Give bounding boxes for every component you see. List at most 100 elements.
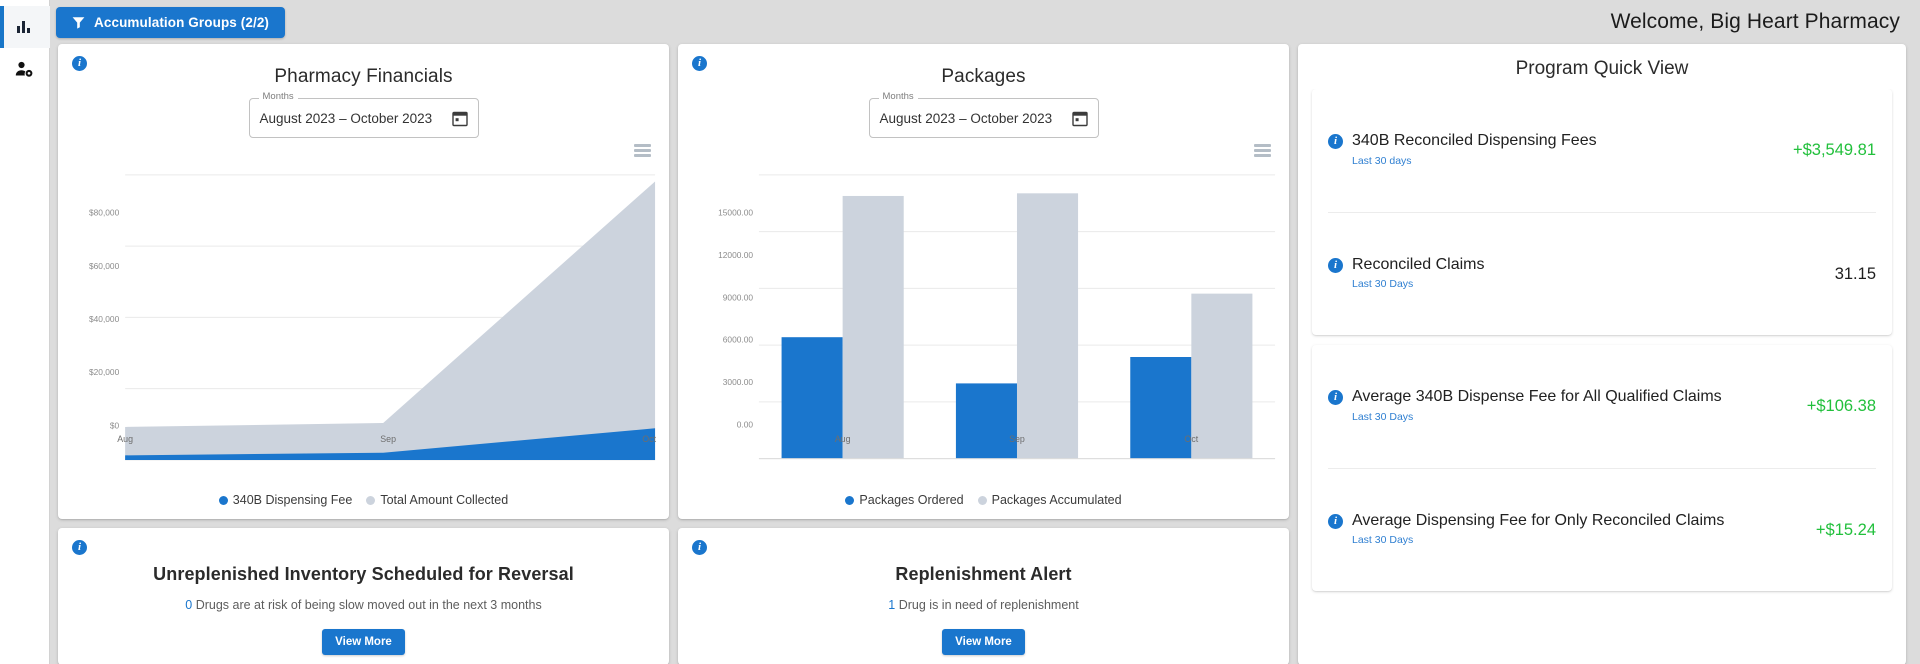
quick-row-period: Last 30 Days bbox=[1352, 410, 1414, 423]
quick-row-value: +$15.24 bbox=[1815, 520, 1876, 539]
quick-view-group: i 340B Reconciled Dispensing Fees Last 3… bbox=[1312, 89, 1892, 335]
charts-row: i Pharmacy Financials Months August 2023… bbox=[58, 44, 1289, 519]
quick-row-text: Average Dispensing Fee for Only Reconcil… bbox=[1352, 512, 1724, 548]
xtick: Oct bbox=[642, 434, 656, 444]
quick-row-label: Average 340B Dispense Fee for All Qualif… bbox=[1352, 388, 1722, 406]
program-quick-view-card: Program Quick View i 340B Reconciled Dis… bbox=[1298, 44, 1906, 664]
legend-swatch-icon bbox=[845, 495, 855, 505]
xtick: Oct bbox=[1184, 434, 1198, 444]
unreplenished-inventory-count: 0 bbox=[185, 598, 193, 612]
ytick: $0 bbox=[110, 420, 120, 430]
funnel-icon bbox=[72, 16, 85, 29]
hamburger-menu-icon[interactable] bbox=[634, 144, 651, 157]
financials-axis-labels: $80,000 $60,000 $40,000 $20,000 $0 Aug S… bbox=[89, 208, 657, 445]
packages-date-value: August 2023 – October 2023 bbox=[879, 110, 1053, 126]
calendar-icon[interactable] bbox=[1071, 110, 1088, 127]
quick-row-period: Last 30 Days bbox=[1352, 534, 1414, 547]
program-quick-view-title: Program Quick View bbox=[1515, 58, 1689, 79]
replenishment-alert-card: i Replenishment Alert 1 Drug is in need … bbox=[678, 528, 1289, 664]
quick-view-group: i Average 340B Dispense Fee for All Qual… bbox=[1312, 345, 1892, 591]
dashboard-board: i Pharmacy Financials Months August 2023… bbox=[50, 44, 1920, 664]
packages-date-wrap: Months August 2023 – October 2023 bbox=[688, 92, 1279, 138]
replenishment-alert-title: Replenishment Alert bbox=[895, 564, 1072, 584]
replenishment-alert-count: 1 bbox=[888, 598, 896, 612]
quick-row-label: Reconciled Claims bbox=[1352, 255, 1485, 273]
info-icon[interactable]: i bbox=[692, 56, 707, 71]
legend-item-340b-dispensing-fee[interactable]: 340B Dispensing Fee bbox=[218, 493, 352, 507]
replenishment-alert-subtext: 1 Drug is in need of replenishment bbox=[888, 598, 1078, 612]
left-column: i Pharmacy Financials Months August 2023… bbox=[58, 44, 1289, 664]
page-title: Pharmacy Financials bbox=[274, 66, 453, 87]
info-icon[interactable]: i bbox=[1328, 257, 1343, 273]
info-icon[interactable]: i bbox=[692, 540, 707, 555]
legend-item-packages-accumulated[interactable]: Packages Accumulated bbox=[977, 493, 1122, 507]
unreplenished-inventory-title: Unreplenished Inventory Scheduled for Re… bbox=[153, 564, 574, 584]
pharmacy-financials-card: i Pharmacy Financials Months August 2023… bbox=[58, 44, 669, 519]
sidebar-item-account-settings[interactable] bbox=[0, 48, 50, 90]
legend-swatch-icon bbox=[366, 495, 376, 505]
pharmacy-financials-plot: $80,000 $60,000 $40,000 $20,000 $0 Aug S… bbox=[68, 159, 659, 489]
list-item[interactable]: i 340B Reconciled Dispensing Fees Last 3… bbox=[1328, 89, 1876, 212]
financials-date-label: Months bbox=[258, 92, 298, 102]
quick-row-left: i Average 340B Dispense Fee for All Qual… bbox=[1328, 388, 1795, 424]
right-column: Program Quick View i 340B Reconciled Dis… bbox=[1298, 44, 1906, 664]
ytick: 3000.00 bbox=[723, 377, 754, 387]
financials-date-value: August 2023 – October 2023 bbox=[259, 110, 433, 126]
top-bar: Accumulation Groups (2/2) Welcome, Big H… bbox=[50, 0, 1920, 44]
welcome-message: Welcome, Big Heart Pharmacy bbox=[1610, 10, 1900, 33]
accumulation-groups-filter-button[interactable]: Accumulation Groups (2/2) bbox=[56, 6, 286, 38]
xtick: Sep bbox=[380, 434, 396, 444]
packages-plot: 15000.00 12000.00 9000.00 6000.00 3000.0… bbox=[688, 159, 1279, 489]
unreplenished-view-more-button[interactable]: View More bbox=[322, 629, 405, 655]
sidebar-item-dashboard[interactable] bbox=[0, 6, 50, 48]
info-icon[interactable]: i bbox=[72, 540, 87, 555]
xtick: Aug bbox=[835, 434, 851, 444]
ytick: 6000.00 bbox=[723, 335, 754, 345]
xtick: Aug bbox=[117, 434, 133, 444]
calendar-icon[interactable] bbox=[451, 110, 468, 127]
quick-row-text: Reconciled Claims Last 30 Days bbox=[1352, 256, 1485, 292]
quick-row-value: 31.15 bbox=[1834, 264, 1876, 283]
legend-label: Total Amount Collected bbox=[380, 493, 509, 507]
unreplenished-inventory-card: i Unreplenished Inventory Scheduled for … bbox=[58, 528, 669, 664]
legend-item-total-amount-collected[interactable]: Total Amount Collected bbox=[366, 493, 508, 507]
app-root: Accumulation Groups (2/2) Welcome, Big H… bbox=[0, 0, 1920, 664]
info-icon[interactable]: i bbox=[1328, 134, 1343, 150]
packages-month-range-picker[interactable]: Months August 2023 – October 2023 bbox=[868, 92, 1099, 138]
hamburger-menu-icon[interactable] bbox=[1254, 144, 1271, 157]
left-nav-rail bbox=[0, 0, 50, 664]
info-icon[interactable]: i bbox=[1328, 390, 1343, 406]
quick-view-list[interactable]: i 340B Reconciled Dispensing Fees Last 3… bbox=[1310, 89, 1894, 653]
packages-card: i Packages Months August 2023 – October … bbox=[678, 44, 1289, 519]
legend-swatch-icon bbox=[218, 495, 228, 505]
page-title: Packages bbox=[941, 66, 1026, 87]
list-item[interactable]: i Reconciled Claims Last 30 Days 31.15 bbox=[1328, 212, 1876, 335]
quick-row-value: +$106.38 bbox=[1806, 397, 1876, 415]
legend-item-packages-ordered[interactable]: Packages Ordered bbox=[845, 493, 964, 507]
quick-row-label: Average Dispensing Fee for Only Reconcil… bbox=[1352, 511, 1725, 529]
list-item[interactable]: i Average 340B Dispense Fee for All Qual… bbox=[1328, 345, 1876, 468]
info-icon[interactable]: i bbox=[1328, 513, 1343, 529]
quick-row-period: Last 30 days bbox=[1352, 154, 1412, 167]
legend-label: Packages Accumulated bbox=[991, 493, 1122, 507]
packages-legend: Packages Ordered Packages Accumulated bbox=[688, 489, 1279, 513]
financials-legend: 340B Dispensing Fee Total Amount Collect… bbox=[68, 489, 659, 513]
quick-row-text: Average 340B Dispense Fee for All Qualif… bbox=[1352, 388, 1722, 424]
replenishment-view-more-button[interactable]: View More bbox=[942, 629, 1025, 655]
list-item[interactable]: i Average Dispensing Fee for Only Reconc… bbox=[1328, 468, 1876, 591]
info-icon[interactable]: i bbox=[72, 56, 87, 71]
packages-axis-labels: 15000.00 12000.00 9000.00 6000.00 3000.0… bbox=[718, 208, 1199, 445]
accumulation-groups-filter-label: Accumulation Groups (2/2) bbox=[94, 14, 270, 30]
ytick: $40,000 bbox=[89, 314, 120, 324]
bar-chart-icon bbox=[16, 19, 33, 35]
financials-date-wrap: Months August 2023 – October 2023 bbox=[68, 92, 659, 138]
legend-label: Packages Ordered bbox=[859, 493, 964, 507]
ytick: 9000.00 bbox=[723, 292, 754, 302]
alerts-row: i Unreplenished Inventory Scheduled for … bbox=[58, 528, 1289, 664]
ytick: 12000.00 bbox=[718, 250, 753, 260]
financials-month-range-picker[interactable]: Months August 2023 – October 2023 bbox=[248, 92, 479, 138]
ytick: $80,000 bbox=[89, 208, 120, 218]
quick-row-left: i 340B Reconciled Dispensing Fees Last 3… bbox=[1328, 132, 1781, 168]
quick-row-left: i Average Dispensing Fee for Only Reconc… bbox=[1328, 512, 1804, 548]
quick-row-label: 340B Reconciled Dispensing Fees bbox=[1352, 132, 1597, 150]
